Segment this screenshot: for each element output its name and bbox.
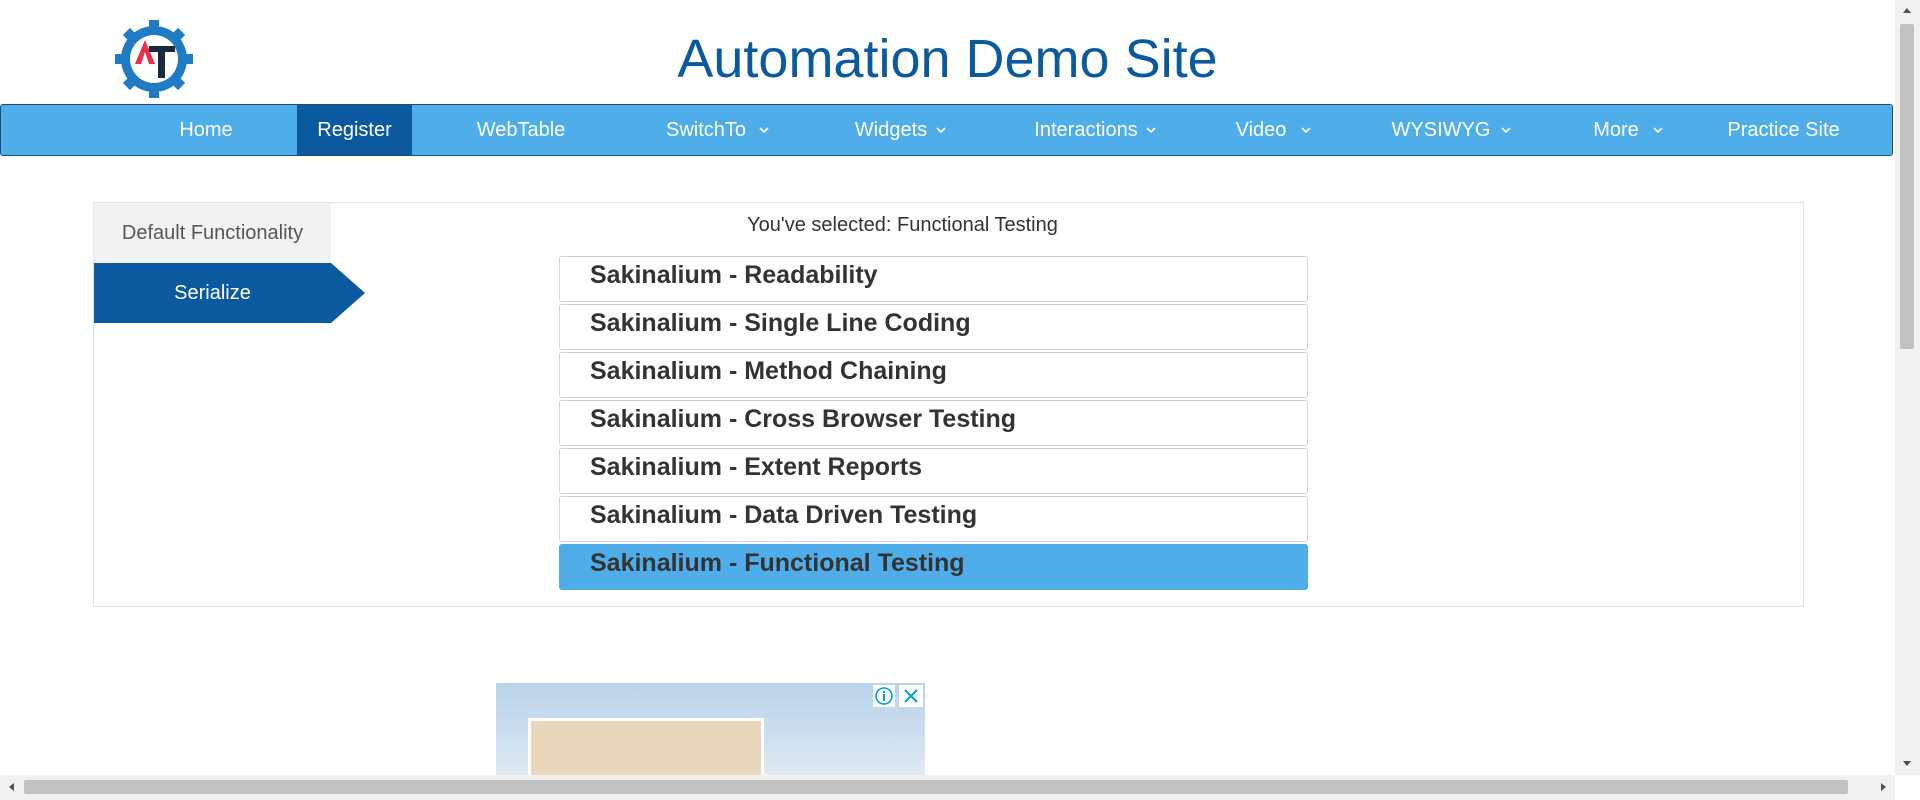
tab-default-functionality[interactable]: Default Functionality bbox=[94, 203, 331, 263]
chevron-down-icon bbox=[936, 127, 946, 134]
nav-item-interactions[interactable]: Interactions bbox=[1001, 105, 1171, 155]
list-item-selected[interactable]: Sakinalium - Functional Testing bbox=[559, 544, 1308, 590]
nav-item-practice-site[interactable]: Practice Site bbox=[1711, 105, 1856, 155]
selection-result-text: You've selected: Functional Testing bbox=[747, 214, 1058, 236]
list-item[interactable]: Sakinalium - Extent Reports bbox=[559, 448, 1308, 494]
nav-item-switchto[interactable]: SwitchTo bbox=[631, 105, 781, 155]
advertisement[interactable] bbox=[496, 683, 925, 775]
nav-item-webtable[interactable]: WebTable bbox=[456, 105, 586, 155]
nav-item-video[interactable]: Video bbox=[1201, 105, 1321, 155]
main-navbar: Home Register WebTable SwitchTo Widgets … bbox=[0, 104, 1893, 156]
vertical-scroll-thumb[interactable] bbox=[1900, 24, 1914, 349]
list-item[interactable]: Sakinalium - Cross Browser Testing bbox=[559, 400, 1308, 446]
nav-item-register[interactable]: Register bbox=[297, 105, 412, 155]
selectable-list: Sakinalium - Readability Sakinalium - Si… bbox=[559, 256, 1308, 592]
horizontal-scroll-thumb[interactable] bbox=[24, 780, 1848, 794]
site-title: Automation Demo Site bbox=[677, 29, 1218, 89]
chevron-down-icon bbox=[1501, 127, 1511, 134]
chevron-down-icon bbox=[1653, 127, 1663, 134]
list-item[interactable]: Sakinalium - Data Driven Testing bbox=[559, 496, 1308, 542]
ad-image bbox=[528, 718, 764, 775]
scroll-down-icon[interactable] bbox=[1901, 757, 1913, 769]
list-item[interactable]: Sakinalium - Readability bbox=[559, 256, 1308, 302]
nav-item-more[interactable]: More bbox=[1561, 105, 1671, 155]
chevron-down-icon bbox=[759, 127, 769, 134]
nav-item-wysiwyg[interactable]: WYSIWYG bbox=[1361, 105, 1521, 155]
close-icon[interactable] bbox=[899, 685, 923, 707]
scroll-right-icon[interactable] bbox=[1877, 781, 1889, 793]
chevron-down-icon bbox=[1301, 127, 1311, 134]
info-icon[interactable] bbox=[873, 685, 895, 707]
scroll-left-icon[interactable] bbox=[6, 781, 18, 793]
list-item[interactable]: Sakinalium - Method Chaining bbox=[559, 352, 1308, 398]
nav-item-widgets[interactable]: Widgets bbox=[816, 105, 966, 155]
tab-serialize[interactable]: Serialize bbox=[94, 263, 331, 323]
active-tab-arrow bbox=[331, 263, 365, 323]
nav-item-home[interactable]: Home bbox=[151, 105, 261, 155]
list-item[interactable]: Sakinalium - Single Line Coding bbox=[559, 304, 1308, 350]
scroll-up-icon[interactable] bbox=[1901, 5, 1913, 17]
chevron-down-icon bbox=[1146, 127, 1156, 134]
